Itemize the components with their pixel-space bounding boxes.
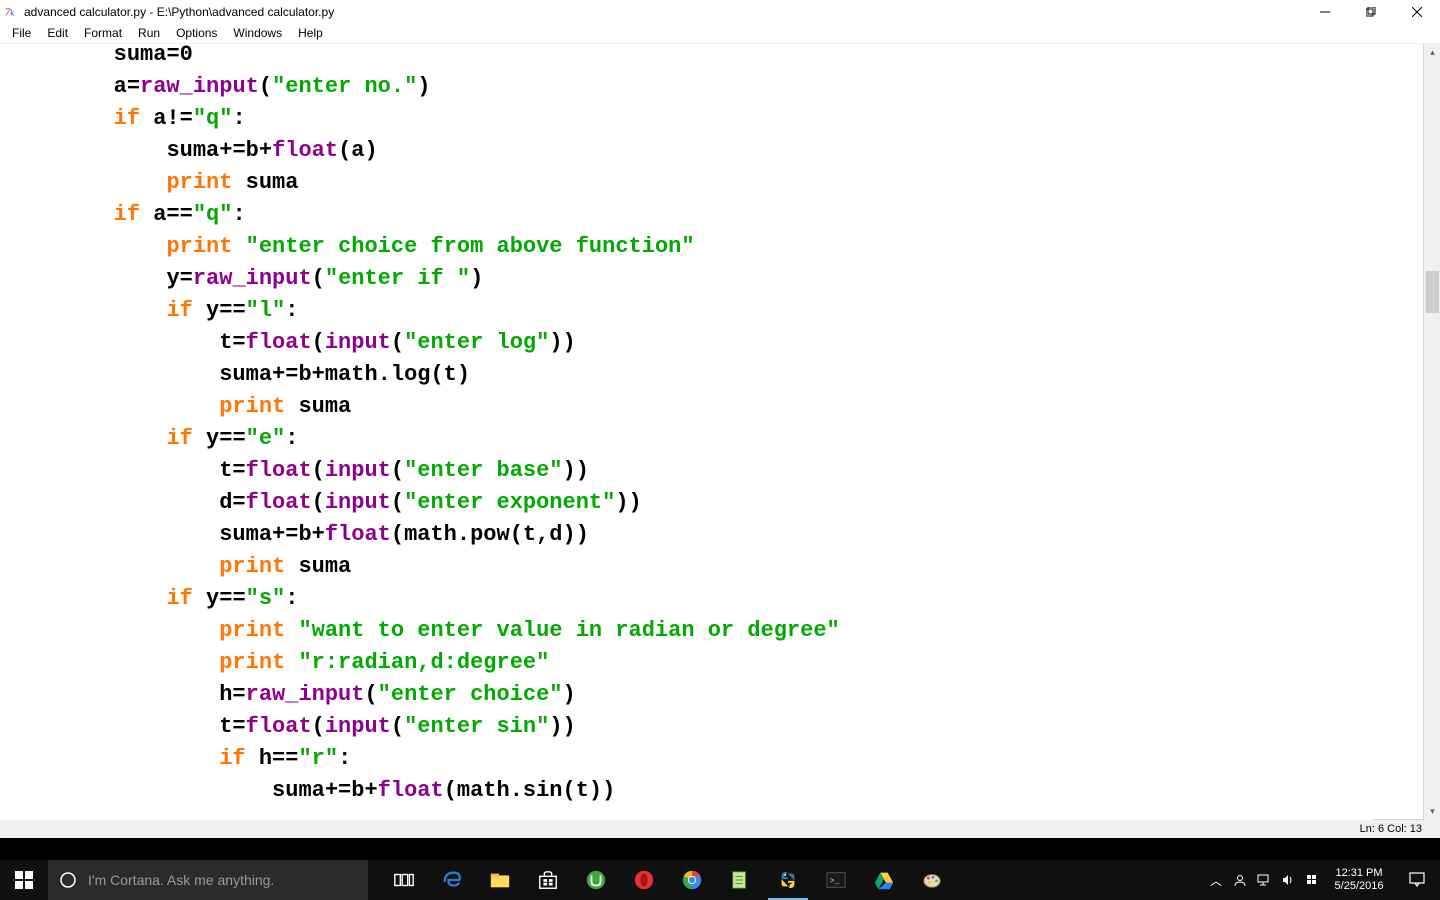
menu-edit[interactable]: Edit — [39, 24, 76, 42]
svg-text:k: k — [10, 7, 15, 17]
paint-icon[interactable] — [908, 860, 956, 900]
scroll-thumb[interactable] — [1426, 271, 1439, 313]
taskbar-clock[interactable]: 12:31 PM 5/25/2016 — [1324, 861, 1394, 899]
edge-icon[interactable] — [428, 860, 476, 900]
window-maximize-button[interactable] — [1348, 0, 1394, 23]
utorrent-icon[interactable] — [572, 860, 620, 900]
code-line: print "r:radian,d:degree" — [8, 647, 1373, 679]
clock-date: 5/25/2016 — [1328, 880, 1390, 893]
code-line: if a!="q": — [8, 103, 1373, 135]
system-tray: ︿ 12:31 PM 5/25/2016 — [1204, 860, 1440, 900]
menu-help[interactable]: Help — [290, 24, 331, 42]
file-explorer-icon[interactable] — [476, 860, 524, 900]
window-titlebar: 7k advanced calculator.py - E:\Python\ad… — [0, 0, 1440, 23]
menubar: File Edit Format Run Options Windows Hel… — [0, 23, 1440, 43]
cortana-icon — [48, 871, 88, 889]
cortana-placeholder: I'm Cortana. Ask me anything. — [88, 872, 274, 888]
menu-options[interactable]: Options — [168, 24, 225, 42]
code-line: suma+=b+float(a) — [8, 135, 1373, 167]
menu-run[interactable]: Run — [130, 24, 168, 42]
window-close-button[interactable] — [1394, 0, 1440, 23]
opera-icon[interactable] — [620, 860, 668, 900]
drive-icon[interactable] — [860, 860, 908, 900]
start-button[interactable] — [0, 860, 48, 900]
status-col: Col: 13 — [1387, 823, 1422, 835]
scroll-track[interactable] — [1424, 61, 1440, 803]
code-line: if a=="q": — [8, 199, 1373, 231]
terminal-icon[interactable]: >_ — [812, 860, 860, 900]
statusbar: Ln: 6 Col: 13 — [0, 819, 1440, 838]
code-line: if y=="s": — [8, 583, 1373, 615]
code-line: print suma — [8, 551, 1373, 583]
code-line: if y=="e": — [8, 423, 1373, 455]
tray-chevron-icon[interactable]: ︿ — [1204, 860, 1228, 900]
code-line: h=raw_input("enter choice") — [8, 679, 1373, 711]
scroll-up-button[interactable]: ▴ — [1424, 44, 1440, 61]
chrome-icon[interactable] — [668, 860, 716, 900]
action-center-icon[interactable] — [1394, 860, 1440, 900]
tray-people-icon[interactable] — [1228, 860, 1252, 900]
window-minimize-button[interactable] — [1302, 0, 1348, 23]
store-icon[interactable] — [524, 860, 572, 900]
code-line: suma+=b+float(math.sin(t)) — [8, 775, 1373, 807]
cortana-search[interactable]: I'm Cortana. Ask me anything. — [48, 860, 368, 900]
tray-volume-icon[interactable] — [1276, 860, 1300, 900]
code-line: suma=0 — [8, 44, 1373, 71]
code-line: t=float(input("enter log")) — [8, 327, 1373, 359]
code-line: a=raw_input("enter no.") — [8, 71, 1373, 103]
taskbar-apps: >_ — [380, 860, 956, 900]
menu-windows[interactable]: Windows — [225, 24, 290, 42]
code-line: print suma — [8, 391, 1373, 423]
code-line: print "want to enter value in radian or … — [8, 615, 1373, 647]
task-view-icon[interactable] — [380, 860, 428, 900]
scroll-down-button[interactable]: ▾ — [1424, 803, 1440, 820]
code-line: if y=="l": — [8, 295, 1373, 327]
notepadpp-icon[interactable] — [716, 860, 764, 900]
editor-wrap: suma=0 a=raw_input("enter no.") if a!="q… — [0, 43, 1440, 819]
code-line: suma+=b+float(math.pow(t,d)) — [8, 519, 1373, 551]
svg-text:>_: >_ — [830, 877, 840, 886]
vertical-scrollbar[interactable]: ▴ ▾ — [1423, 44, 1440, 820]
menu-file[interactable]: File — [4, 24, 39, 42]
clock-time: 12:31 PM — [1328, 867, 1390, 880]
python-idle-icon[interactable] — [764, 860, 812, 900]
window-title: advanced calculator.py - E:\Python\advan… — [22, 5, 1302, 19]
code-line: print suma — [8, 167, 1373, 199]
code-line: suma+=b+math.log(t) — [8, 359, 1373, 391]
desktop-gap — [0, 838, 1440, 860]
status-line: Ln: 6 — [1360, 823, 1384, 835]
taskbar: I'm Cortana. Ask me anything. >_ ︿ 12:31… — [0, 860, 1440, 900]
app-icon: 7k — [0, 1, 22, 23]
code-line: d=float(input("enter exponent")) — [8, 487, 1373, 519]
menu-format[interactable]: Format — [76, 24, 130, 42]
tray-network-icon[interactable] — [1252, 860, 1276, 900]
code-line: y=raw_input("enter if ") — [8, 263, 1373, 295]
code-line: t=float(input("enter sin")) — [8, 711, 1373, 743]
code-line: print "enter choice from above function" — [8, 231, 1373, 263]
code-line: if h=="r": — [8, 743, 1373, 775]
tray-flag-icon[interactable] — [1300, 860, 1324, 900]
code-editor[interactable]: suma=0 a=raw_input("enter no.") if a!="q… — [0, 44, 1373, 820]
code-line: t=float(input("enter base")) — [8, 455, 1373, 487]
